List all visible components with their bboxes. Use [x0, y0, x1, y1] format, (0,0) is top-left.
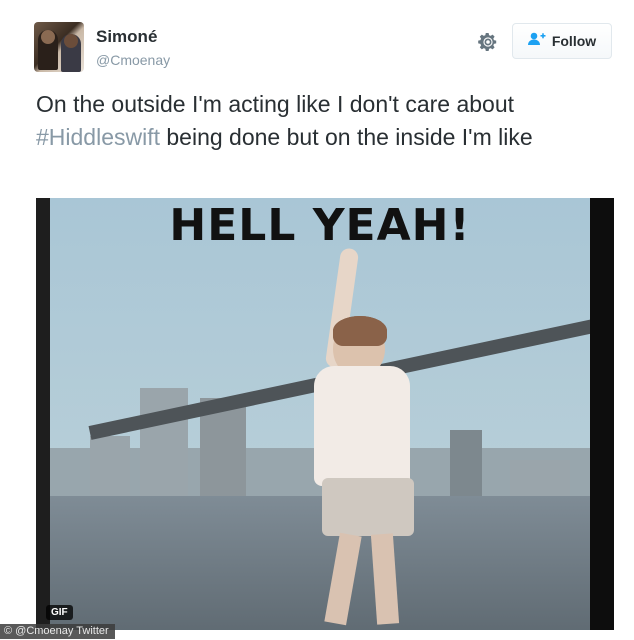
follow-button[interactable]: Follow — [512, 23, 612, 59]
avatar-head-right — [64, 34, 78, 48]
skyline-building — [450, 430, 482, 498]
skyline-building — [90, 436, 130, 498]
boy-shorts — [322, 478, 414, 536]
image-credit: © @Cmoenay Twitter — [0, 624, 115, 639]
gear-icon[interactable] — [476, 30, 500, 54]
hashtag-link[interactable]: #Hiddleswift — [36, 124, 160, 150]
tweet-text: On the outside I'm acting like I don't c… — [36, 88, 621, 154]
avatar-head-left — [41, 30, 55, 44]
gif-caption: HELL YEAH! — [169, 200, 471, 251]
follow-label: Follow — [551, 33, 597, 49]
skyline-building — [510, 460, 570, 498]
boy-hair-top — [333, 316, 387, 346]
media-border-left — [36, 198, 50, 630]
media-border-right — [590, 198, 614, 630]
gif-media[interactable]: HELL YEAH! GIF — [36, 198, 614, 630]
tweet-text-end: being done but on the inside I'm like — [160, 124, 533, 150]
gif-scene: HELL YEAH! — [50, 198, 590, 630]
author-name[interactable]: Simoné — [96, 27, 157, 47]
add-user-icon — [527, 32, 546, 51]
skyline-building — [140, 388, 188, 498]
water — [50, 496, 590, 630]
tweet-text-start: On the outside I'm acting like I don't c… — [36, 91, 515, 117]
boy-shirt — [314, 366, 410, 486]
avatar[interactable] — [34, 22, 84, 72]
gif-badge: GIF — [46, 605, 73, 620]
author-handle[interactable]: @Cmoenay — [96, 52, 170, 68]
